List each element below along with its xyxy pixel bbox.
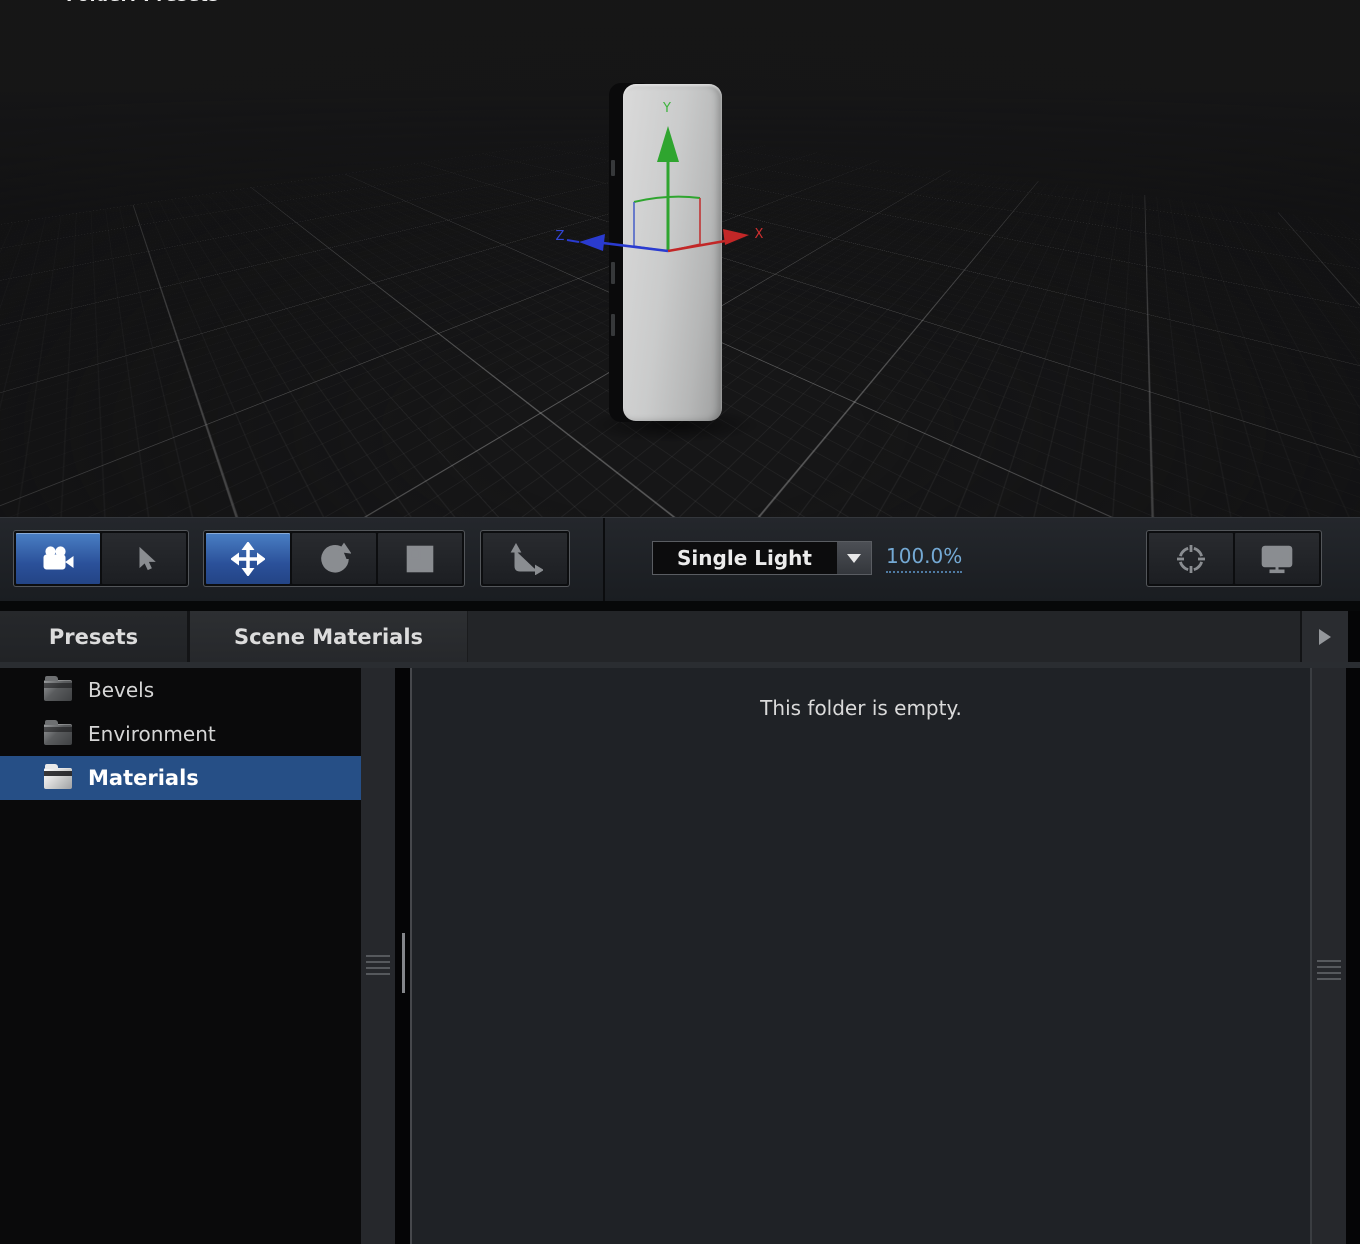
folder-icon — [44, 680, 72, 701]
gizmo-z-axis[interactable] — [603, 243, 668, 251]
camera-select-group — [14, 531, 188, 586]
folder-list: Bevels Environment Materials — [0, 668, 361, 1244]
select-tool-button[interactable] — [102, 533, 186, 584]
transform-tools-group — [204, 531, 464, 586]
gizmo-x-label: X — [755, 227, 764, 242]
folder-item-materials[interactable]: Materials — [0, 756, 361, 800]
panel-splitter-left[interactable] — [361, 668, 395, 1244]
folder-label: Materials — [88, 766, 199, 790]
preview-zoom-value[interactable]: 100.0% — [886, 544, 962, 573]
cursor-icon — [140, 548, 155, 570]
axes-group — [481, 531, 569, 586]
grip-icon[interactable] — [366, 955, 390, 977]
axes-mode-button[interactable] — [483, 533, 567, 584]
folder-item-environment[interactable]: Environment — [0, 712, 361, 756]
scene-setup-window: Y Z X Folder: Presets — [0, 0, 1360, 1244]
target-icon — [1177, 545, 1205, 573]
phone-side-button — [611, 262, 615, 284]
grip-icon[interactable] — [1317, 960, 1341, 982]
light-mode-dropdown[interactable]: Single Light — [652, 541, 872, 575]
phone-side-button — [611, 314, 615, 336]
tab-presets[interactable]: Presets — [0, 611, 187, 662]
folder-scrollbar[interactable] — [395, 668, 410, 1244]
tab-scene-materials[interactable]: Scene Materials — [190, 611, 467, 662]
camera-icon — [44, 555, 65, 569]
gizmo-x-axis[interactable] — [668, 241, 725, 251]
tab-bar-edge — [1348, 611, 1360, 662]
toolbar-panel-divider — [0, 601, 1360, 611]
folder-icon — [44, 768, 72, 789]
viewport-folder-label: Folder: Presets — [66, 0, 219, 6]
axes-icon — [516, 551, 536, 570]
toolbar-separator — [603, 518, 605, 602]
panel-expand-button[interactable] — [1300, 611, 1348, 662]
move-tool-button[interactable] — [206, 533, 290, 584]
light-mode-value: Single Light — [653, 542, 836, 574]
folder-label: Environment — [88, 722, 216, 746]
scale-tool-button[interactable] — [378, 533, 462, 584]
expand-arrow-icon — [1318, 628, 1332, 646]
gizmo-x-arrowhead[interactable] — [723, 229, 749, 245]
transform-gizmo[interactable]: Y Z X — [535, 88, 775, 263]
browser-tab-bar: Presets Scene Materials — [0, 611, 1360, 662]
folder-label: Bevels — [88, 678, 154, 702]
gizmo-y-label: Y — [662, 101, 671, 116]
window-right-edge — [1346, 668, 1360, 1244]
gizmo-y-arrowhead[interactable] — [657, 126, 679, 162]
tab-bar-spacer — [467, 611, 1300, 662]
viewport-toolbar: Single Light 100.0% — [0, 517, 1360, 601]
scrollbar-thumb[interactable] — [402, 933, 405, 993]
rotate-tool-button[interactable] — [292, 533, 376, 584]
viewport-3d[interactable]: Y Z X Folder: Presets — [0, 0, 1360, 517]
view-utility-group — [1147, 531, 1321, 586]
folder-icon — [44, 724, 72, 745]
browser-panels: Bevels Environment Materials This folder… — [0, 668, 1360, 1244]
gizmo-z-label: Z — [556, 229, 565, 244]
empty-folder-message: This folder is empty. — [760, 696, 962, 720]
fullscreen-preview-button[interactable] — [1235, 533, 1319, 584]
camera-orbit-button[interactable] — [16, 533, 100, 584]
dropdown-arrow-icon[interactable] — [836, 542, 871, 574]
panel-splitter-right[interactable] — [1312, 668, 1346, 1244]
gizmo-z-arrowhead[interactable] — [579, 234, 605, 251]
center-view-button[interactable] — [1149, 533, 1233, 584]
folder-item-bevels[interactable]: Bevels — [0, 668, 361, 712]
folder-content-panel[interactable]: This folder is empty. — [412, 668, 1310, 1244]
